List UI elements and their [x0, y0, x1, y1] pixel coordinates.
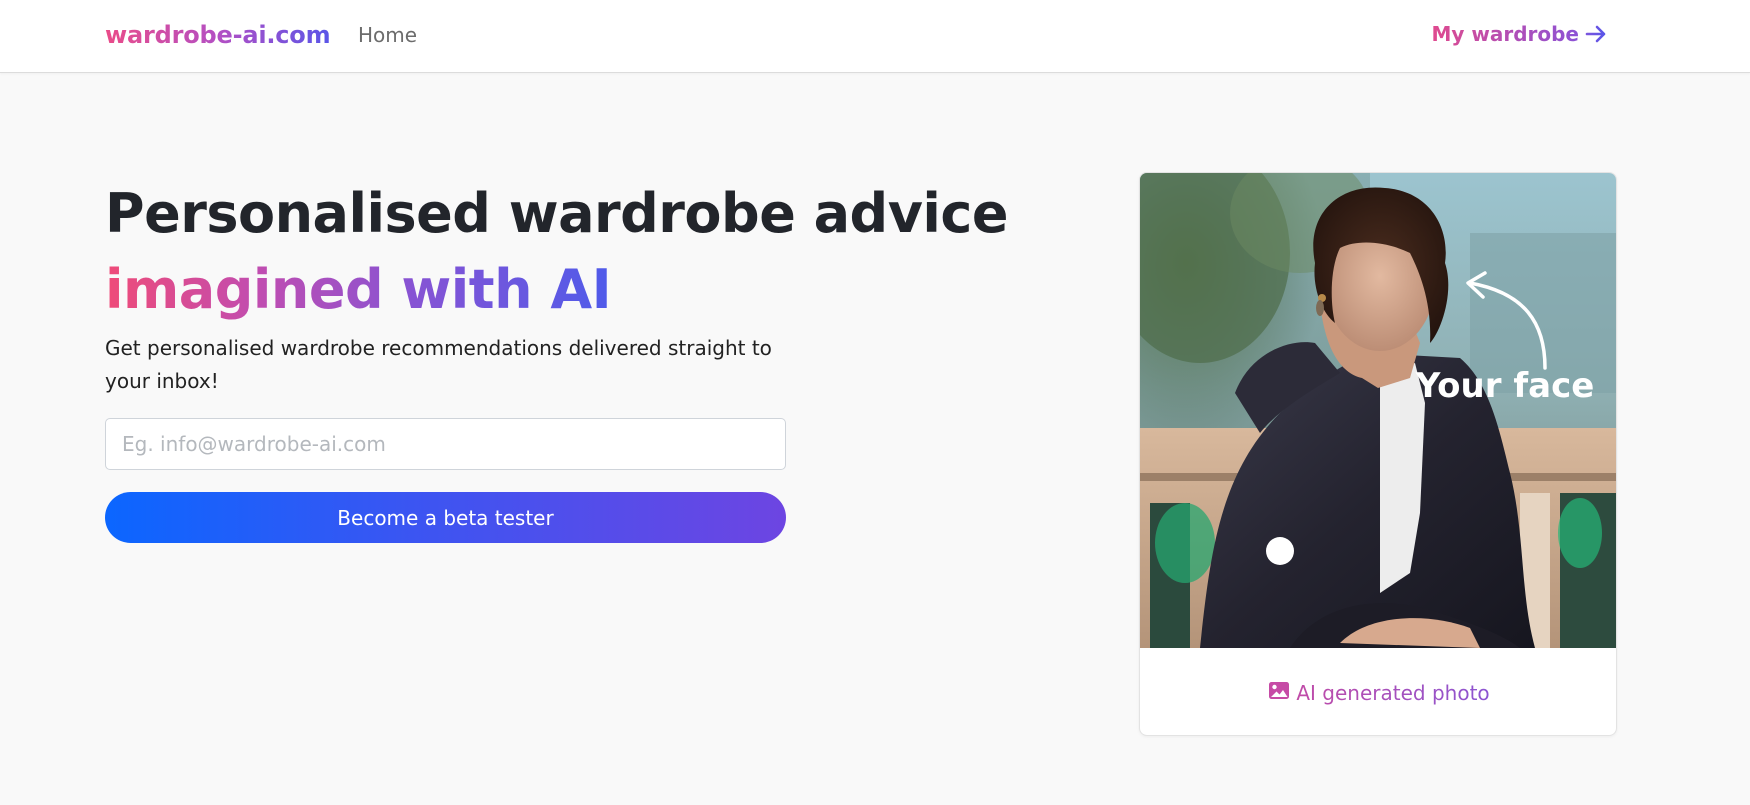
become-beta-tester-button[interactable]: Become a beta tester: [105, 492, 786, 543]
top-navbar: wardrobe-ai.com Home My wardrobe: [0, 0, 1750, 73]
ai-generated-photo: Your face: [1140, 173, 1616, 648]
my-wardrobe-link[interactable]: My wardrobe: [1431, 22, 1607, 46]
image-icon: [1268, 681, 1290, 704]
hero-title: Personalised wardrobe advice: [105, 182, 1009, 245]
arrow-right-icon: [1585, 24, 1607, 44]
ai-photo-card: Your face AI generated photo: [1139, 172, 1617, 736]
my-wardrobe-label: My wardrobe: [1431, 22, 1579, 46]
photo-caption-text: AI generated photo: [1296, 680, 1490, 705]
photo-caption: AI generated photo: [1140, 648, 1616, 735]
brand-logo-link[interactable]: wardrobe-ai.com: [105, 21, 331, 49]
your-face-overlay-label: Your face: [1415, 366, 1595, 406]
hero-description: Get personalised wardrobe recommendation…: [105, 336, 772, 393]
email-input[interactable]: [105, 418, 786, 470]
hero-subtitle: imagined with AI: [105, 258, 612, 321]
nav-home-link[interactable]: Home: [358, 23, 417, 47]
